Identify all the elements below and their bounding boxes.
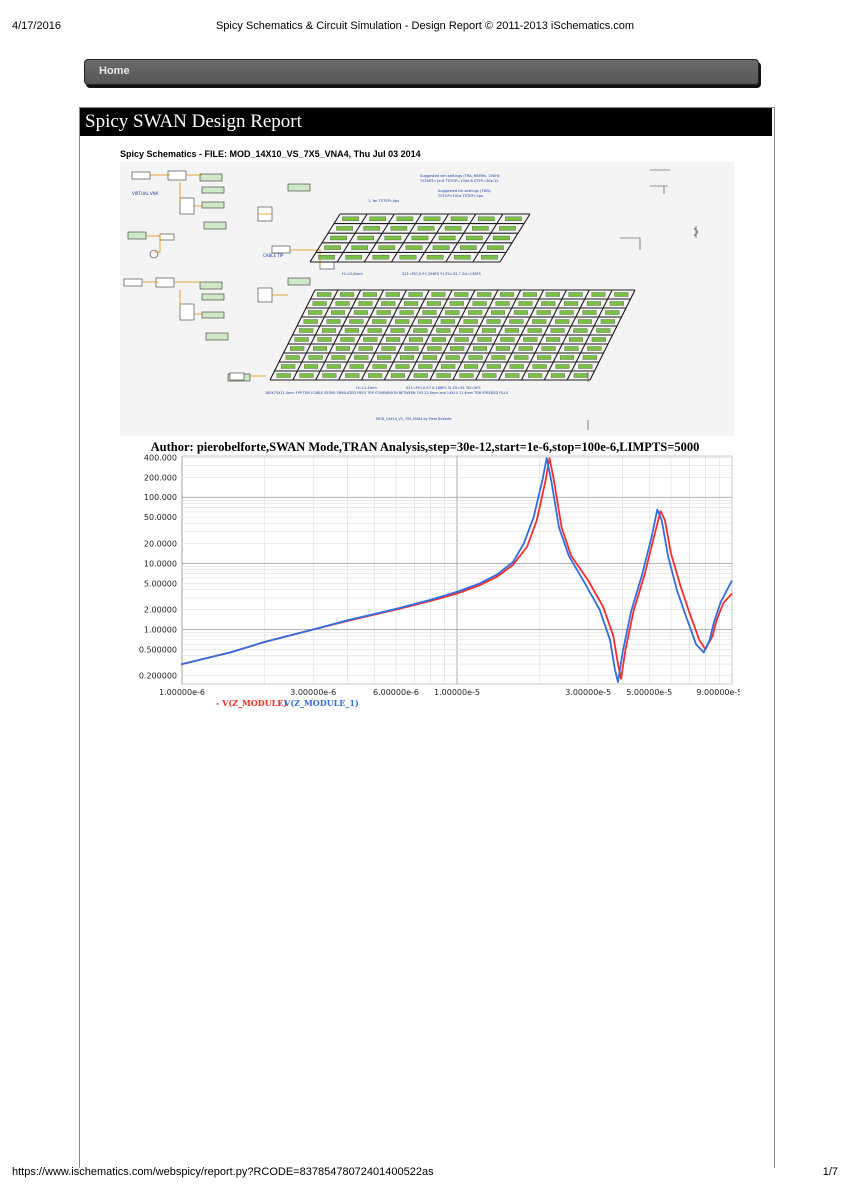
print-url: https://www.ischematics.com/webspicy/rep… bbox=[12, 1166, 434, 1178]
label-top-grid: H=22.8mm bbox=[342, 272, 363, 276]
series-point bbox=[312, 628, 315, 631]
label-sim-line: TSTART=1e-6 TSTOP=100e-6 STEP=30e-12 bbox=[419, 179, 499, 183]
y-tick-label: 10.0000 bbox=[144, 559, 177, 568]
x-tick-label: 5.00000e-5 bbox=[626, 688, 672, 697]
x-tick-label: 1.00000e-5 bbox=[434, 688, 480, 697]
top-navbar: Home bbox=[84, 59, 759, 85]
series-point bbox=[394, 607, 397, 610]
label-author-tag: MOD_14X10_VS_7X5_VNA4 by Piero Belforte bbox=[376, 417, 452, 421]
y-tick-label: 400.000 bbox=[144, 453, 177, 462]
y-tick-label: 5.00000 bbox=[144, 579, 177, 588]
y-tick-label: 100.000 bbox=[144, 493, 177, 502]
legend-item-1: - V(Z_MODULE) bbox=[216, 698, 287, 708]
label-sim-settings: Suggested sim settings (TRA, 66MHz, 20kH… bbox=[420, 174, 500, 178]
label-cable-tip: CABLE TIP bbox=[263, 253, 284, 258]
report-title-bar: Spicy SWAN Design Report bbox=[80, 108, 772, 136]
print-header: 4/17/2016 Spicy Schematics & Circuit Sim… bbox=[12, 20, 838, 34]
y-tick-label: 0.500000 bbox=[139, 645, 177, 654]
print-footer: https://www.ischematics.com/webspicy/rep… bbox=[12, 1166, 838, 1180]
schematic-image: VIRTUAL VNA CABLE TIP Suggested sim sett… bbox=[120, 162, 734, 436]
print-page-number: 1/7 bbox=[822, 1166, 838, 1178]
y-tick-label: 2.00000 bbox=[144, 606, 177, 615]
x-tick-label: 6.00000e-6 bbox=[373, 688, 419, 697]
series-point bbox=[263, 640, 266, 643]
label-tdr-settings: Suggested tdr settings (TDR): bbox=[438, 189, 492, 193]
y-tick-label: 0.200000 bbox=[139, 672, 177, 681]
label-tr: 1, for TSTEP=4ps bbox=[368, 199, 399, 203]
label-top-grid-2: S21=P(0,0.97,266FS 9) Z0=33.7 Zd=138FS bbox=[402, 272, 482, 276]
label-tdr-line: TSTOP=10ns TSTEP=2ps bbox=[437, 194, 483, 198]
label-bottom-grid: H=11.4mm bbox=[356, 386, 377, 390]
label-bottom-grid-2: S21=P(0,0.97 0.166FS 5) Z0=61 TD=5FS bbox=[406, 386, 481, 390]
label-virtual-vna: VIRTUAL VNA bbox=[132, 191, 159, 196]
y-tick-label: 200.000 bbox=[144, 473, 177, 482]
home-link[interactable]: Home bbox=[99, 65, 130, 77]
y-tick-label: 20.0000 bbox=[144, 539, 177, 548]
series-point bbox=[429, 598, 432, 601]
y-tick-label: 50.0000 bbox=[144, 513, 177, 522]
legend-item-2: - V(Z_MODULE_1) bbox=[278, 698, 359, 708]
x-tick-label: 9.00000e-5 bbox=[696, 688, 740, 697]
series-point bbox=[229, 651, 232, 654]
series-point bbox=[346, 619, 349, 622]
x-tick-label: 3.00000e-5 bbox=[565, 688, 611, 697]
series-point bbox=[181, 663, 183, 666]
label-notes: 180X75X11.4mm FPP TDR (CABLE SEGM) SIMUL… bbox=[265, 391, 508, 395]
report-title: Spicy SWAN Design Report bbox=[85, 111, 302, 132]
x-tick-label: 3.00000e-6 bbox=[290, 688, 336, 697]
y-tick-label: 1.00000 bbox=[144, 626, 177, 635]
x-tick-label: 1.00000e-6 bbox=[159, 688, 205, 697]
series-point bbox=[456, 590, 458, 593]
frequency-plot: 400.000 200.000 100.000 50.0000 20.0000 10.00… bbox=[139, 453, 740, 708]
file-line: Spicy Schematics - FILE: MOD_14X10_VS_7X… bbox=[120, 149, 421, 159]
print-page-title: Spicy Schematics & Circuit Simulation - … bbox=[215, 20, 635, 32]
